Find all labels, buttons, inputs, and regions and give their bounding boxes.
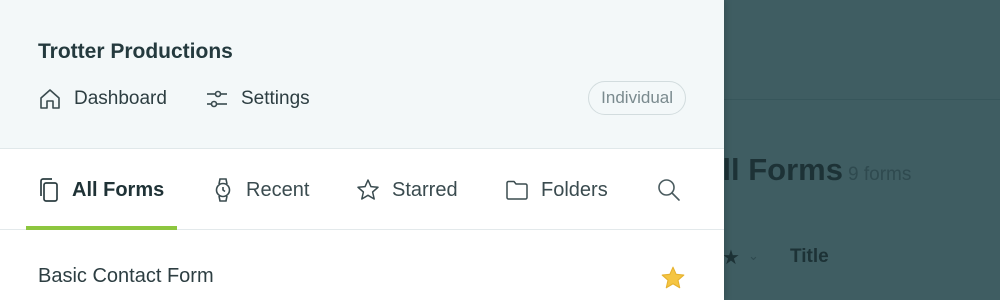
tab-recent[interactable]: Recent xyxy=(212,150,309,230)
tab-all-forms[interactable]: All Forms xyxy=(38,150,164,230)
tab-starred[interactable]: Starred xyxy=(356,150,458,230)
documents-icon xyxy=(40,178,58,202)
form-name: Basic Contact Form xyxy=(38,265,214,287)
star-outline-icon xyxy=(357,179,379,200)
tab-recent-label: Recent xyxy=(246,178,310,201)
home-icon xyxy=(40,89,60,109)
dashboard-link-label: Dashboard xyxy=(74,88,167,109)
drawer-header: Trotter Productions Dashboard Settings I… xyxy=(0,0,724,149)
folder-icon xyxy=(506,180,528,200)
active-tab-indicator xyxy=(26,226,177,230)
background-star-icon: ★ xyxy=(722,247,740,269)
background-header xyxy=(724,0,1000,100)
tab-folders-label: Folders xyxy=(541,178,608,201)
forms-tabs: All Forms Recent Starred Folders xyxy=(0,150,724,230)
forms-drawer: Trotter Productions Dashboard Settings I… xyxy=(0,0,724,300)
background-chevron-down-icon: ⌄ xyxy=(748,248,759,263)
search-icon xyxy=(658,179,680,201)
dashboard-link[interactable]: Dashboard xyxy=(38,86,167,112)
background-column-title: Title xyxy=(790,246,829,267)
plan-badge: Individual xyxy=(588,81,686,115)
sliders-icon xyxy=(207,90,227,108)
tab-folders[interactable]: Folders xyxy=(505,150,608,230)
tab-starred-label: Starred xyxy=(392,178,458,201)
organization-name: Trotter Productions xyxy=(38,40,233,63)
tab-all-forms-label: All Forms xyxy=(72,178,165,201)
settings-link-label: Settings xyxy=(241,88,310,109)
list-item[interactable]: Basic Contact Form xyxy=(0,231,724,300)
search-button[interactable] xyxy=(656,150,694,230)
settings-link[interactable]: Settings xyxy=(205,86,310,112)
star-filled-icon[interactable] xyxy=(660,265,686,291)
background-form-count: 9 forms xyxy=(848,164,912,185)
background-page xyxy=(724,0,1000,300)
watch-icon xyxy=(215,178,231,202)
